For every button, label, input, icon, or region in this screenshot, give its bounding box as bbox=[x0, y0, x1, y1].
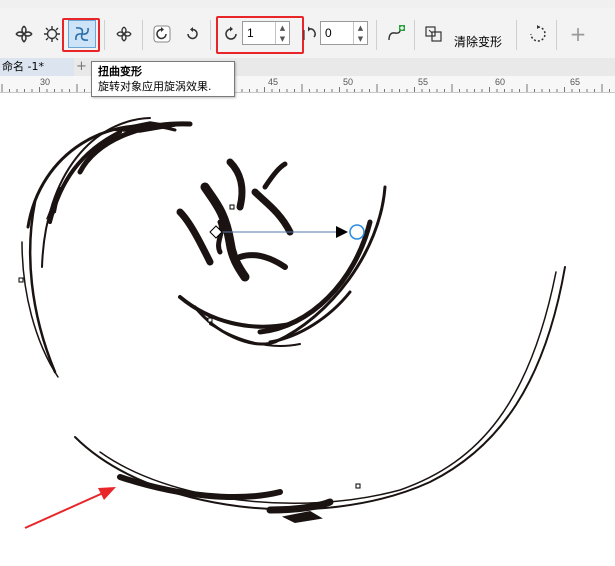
reset-envelope-button[interactable] bbox=[524, 20, 552, 48]
convert-to-curves-icon bbox=[425, 26, 442, 42]
selection-handle[interactable] bbox=[18, 277, 24, 283]
ruler-label: 30 bbox=[40, 77, 51, 87]
ruler-label: 50 bbox=[343, 77, 354, 87]
counterclockwise-rotation-button[interactable] bbox=[178, 20, 206, 48]
separator bbox=[516, 20, 517, 50]
ruler-label: 55 bbox=[418, 77, 429, 87]
tooltip-description: 旋转对象应用旋涡效果. bbox=[98, 80, 212, 93]
tooltip: 扭曲变形 旋转对象应用旋涡效果. bbox=[91, 61, 235, 97]
push-pull-button[interactable] bbox=[10, 20, 38, 48]
push-pull-distort-icon bbox=[15, 25, 33, 43]
selection-handle[interactable] bbox=[355, 483, 361, 489]
highlight-rotations bbox=[216, 16, 304, 54]
center-distortion-icon bbox=[116, 26, 132, 42]
additional-degrees-field[interactable]: 0 ▲ ▼ bbox=[320, 21, 368, 45]
counterclockwise-rotation-icon bbox=[187, 27, 198, 40]
ruler-label: 45 bbox=[268, 77, 279, 87]
zipper-distort-icon bbox=[44, 26, 60, 42]
drawing-canvas[interactable] bbox=[0, 92, 615, 566]
twist-rotation-handle[interactable] bbox=[349, 224, 365, 240]
additional-degrees-icon-wrap bbox=[298, 20, 320, 48]
separator bbox=[414, 20, 415, 50]
separator bbox=[210, 20, 211, 50]
separator bbox=[104, 20, 105, 50]
add-tab-button[interactable]: + bbox=[76, 58, 87, 76]
annotation-arrow bbox=[24, 488, 113, 529]
separator bbox=[376, 20, 377, 50]
document-tab[interactable]: 命名 -1* bbox=[0, 58, 74, 76]
clockwise-rotation-button[interactable] bbox=[148, 20, 176, 48]
degrees-stepper[interactable]: ▲ ▼ bbox=[353, 22, 367, 44]
copy-distortion-button[interactable] bbox=[382, 20, 410, 48]
clockwise-rotation-icon bbox=[153, 25, 171, 43]
separator bbox=[556, 20, 557, 50]
copy-distortion-icon bbox=[388, 25, 405, 41]
plus-icon: + bbox=[569, 22, 587, 46]
selection-handle[interactable] bbox=[207, 317, 213, 323]
center-distortion-button[interactable] bbox=[110, 20, 138, 48]
reset-envelope-icon bbox=[530, 25, 546, 42]
separator bbox=[142, 20, 143, 50]
clear-distortion-button[interactable]: 清除变形 bbox=[454, 33, 502, 50]
property-bar: 1 ▲ ▼ 0 ▲ ▼ 清除变形 + bbox=[0, 8, 615, 59]
ruler-label: 60 bbox=[495, 77, 506, 87]
additional-degrees-icon bbox=[303, 26, 316, 40]
tooltip-title: 扭曲变形 bbox=[98, 65, 142, 78]
arrow-icon bbox=[336, 226, 348, 238]
selection-handle[interactable] bbox=[229, 204, 235, 210]
add-button[interactable]: + bbox=[564, 20, 592, 48]
convert-to-curve-button[interactable] bbox=[420, 20, 448, 48]
highlight-twister bbox=[62, 18, 100, 52]
ruler-label: 65 bbox=[570, 77, 581, 87]
additional-degrees-value: 0 bbox=[325, 26, 332, 40]
